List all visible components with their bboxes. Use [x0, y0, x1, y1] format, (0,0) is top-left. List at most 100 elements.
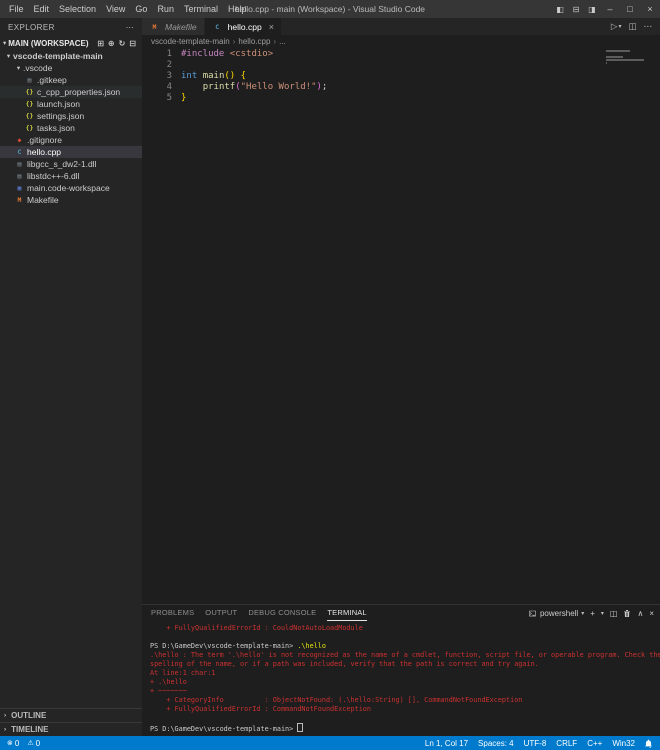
- panel-tab-debug-console[interactable]: DEBUG CONSOLE: [248, 605, 316, 621]
- tree-item-launch-json[interactable]: {} launch.json: [0, 98, 142, 110]
- window-title: hello.cpp - main (Workspace) - Visual St…: [234, 4, 426, 14]
- run-button[interactable]: ▷ ▾: [611, 21, 622, 32]
- chevron-down-icon: ▾: [6, 53, 11, 60]
- explorer-section-header[interactable]: ▾ MAIN (WORKSPACE) ⊞ ⊕ ↻ ⊟: [0, 36, 142, 50]
- file-icon-doc: ▤: [17, 160, 22, 168]
- tab-hello-cpp[interactable]: Chello.cpp ×: [204, 18, 281, 35]
- notifications-bell-icon[interactable]: [640, 739, 657, 748]
- file-icon-doc: ▤: [27, 76, 32, 84]
- panel-tab-problems[interactable]: PROBLEMS: [151, 605, 194, 621]
- kill-terminal-icon[interactable]: [623, 609, 631, 618]
- file-icon-json: {}: [25, 124, 34, 132]
- minimize-button[interactable]: –: [600, 0, 620, 18]
- minimap-line: [606, 59, 644, 61]
- statusbar-right: Ln 1, Col 17 Spaces: 4 UTF-8 CRLF C++ Win32: [420, 739, 640, 748]
- statusbar-item-spaces-4[interactable]: Spaces: 4: [473, 739, 519, 748]
- menu-go[interactable]: Go: [130, 0, 152, 18]
- statusbar-item-win32[interactable]: Win32: [607, 739, 640, 748]
- tree-item-vscode-template-main[interactable]: ▾ vscode-template-main: [0, 50, 142, 62]
- maximize-panel-icon[interactable]: ∧: [637, 609, 643, 618]
- close-panel-icon[interactable]: ×: [649, 609, 654, 618]
- tree-item-hello-cpp[interactable]: Chello.cpp: [0, 146, 142, 158]
- code-editor[interactable]: 1 #include <cstdio> 2 3 int main() {4 printf…: [142, 48, 660, 604]
- chevron-down-icon[interactable]: ▾: [601, 610, 604, 617]
- more-actions-icon[interactable]: ⋯: [644, 21, 653, 32]
- new-folder-icon[interactable]: ⊕: [108, 39, 115, 48]
- tab-bar: M Makefile ×Chello.cpp × ▷ ▾ ◫ ⋯: [142, 18, 660, 35]
- play-icon: ▷: [610, 21, 618, 31]
- tree-item-libgcc-s-dw2-1-dll[interactable]: ▤ libgcc_s_dw2-1.dll: [0, 158, 142, 170]
- code-line: 3 int main() {: [142, 71, 660, 82]
- collapse-all-icon[interactable]: ⊟: [129, 39, 136, 48]
- tree-item-makefile[interactable]: M Makefile: [0, 194, 142, 206]
- terminal-line: + CategoryInfo : ObjectNotFound: (.\hell…: [150, 696, 660, 705]
- terminal-line: PS D:\GameDev\vscode-template-main> .\he…: [150, 642, 660, 651]
- statusbar-item-ln-1-col-17[interactable]: Ln 1, Col 17: [420, 739, 473, 748]
- statusbar-item-c[interactable]: C++: [582, 739, 607, 748]
- menu-terminal[interactable]: Terminal: [179, 0, 223, 18]
- timeline-section[interactable]: › TIMELINE: [0, 722, 142, 736]
- code-text: #include <cstdio>: [181, 49, 273, 60]
- tree-item-tasks-json[interactable]: {} tasks.json: [0, 122, 142, 134]
- error-icon: ⊗: [7, 740, 13, 747]
- statusbar-warnings[interactable]: ⚠ 0: [23, 739, 44, 748]
- menu-view[interactable]: View: [101, 0, 130, 18]
- refresh-icon[interactable]: ↻: [119, 39, 126, 48]
- tree-item-settings-json[interactable]: {} settings.json: [0, 110, 142, 122]
- terminal-output[interactable]: + FullyQualifiedErrorId : CouldNotAutoLo…: [142, 621, 660, 733]
- tree-item-gitkeep[interactable]: ▤ .gitkeep: [0, 74, 142, 86]
- sidebar-bottom-sections: › OUTLINE › TIMELINE: [0, 708, 142, 736]
- breadcrumb-item[interactable]: ...: [279, 37, 286, 46]
- minimap[interactable]: [606, 50, 648, 65]
- breadcrumb-item[interactable]: hello.cpp: [238, 37, 270, 46]
- title-bar: File Edit Selection View Go Run Terminal Help h…: [0, 0, 660, 18]
- tree-item-main-code-workspace[interactable]: ▣ main.code-workspace: [0, 182, 142, 194]
- menu-selection[interactable]: Selection: [54, 0, 101, 18]
- terminal-text-segment: .\hello: [297, 642, 326, 650]
- tree-item-libstdc-6-dll[interactable]: ▤ libstdc++-6.dll: [0, 170, 142, 182]
- tree-item-gitignore[interactable]: ◆ .gitignore: [0, 134, 142, 146]
- terminal-text-segment: + CategoryInfo : ObjectNotFound: (.\hell…: [150, 696, 523, 704]
- new-terminal-icon[interactable]: +: [590, 609, 595, 618]
- statusbar-item-utf-8[interactable]: UTF-8: [519, 739, 552, 748]
- terminal-line: + FullyQualifiedErrorId : CommandNotFoun…: [150, 705, 660, 714]
- panel-tab-output[interactable]: OUTPUT: [205, 605, 237, 621]
- panel-header: PROBLEMS OUTPUT DEBUG CONSOLE TERMINAL powe…: [142, 605, 660, 621]
- outline-label: OUTLINE: [11, 711, 47, 720]
- menu-edit[interactable]: Edit: [29, 0, 55, 18]
- explorer-header: EXPLORER ⋯: [0, 18, 142, 36]
- line-number: 2: [166, 60, 172, 70]
- close-icon[interactable]: ×: [269, 22, 274, 32]
- statusbar-errors[interactable]: ⊗ 0: [3, 739, 23, 748]
- toggle-secondary-sidebar-icon[interactable]: ◨: [584, 5, 600, 14]
- breadcrumb-item[interactable]: vscode-template-main: [151, 37, 230, 46]
- tree-item-label: c_cpp_properties.json: [37, 87, 121, 97]
- panel-tab-terminal[interactable]: TERMINAL: [327, 605, 367, 621]
- statusbar-left: ⊗ 0 ⚠ 0: [3, 739, 44, 748]
- split-editor-icon[interactable]: ◫: [628, 21, 636, 32]
- code-text: printf("Hello World!");: [181, 82, 328, 93]
- statusbar-item-crlf[interactable]: CRLF: [551, 739, 582, 748]
- tree-item-vscode[interactable]: ▾ .vscode: [0, 62, 142, 74]
- menu-run[interactable]: Run: [152, 0, 179, 18]
- toggle-sidebar-icon[interactable]: ◧: [552, 5, 568, 14]
- toggle-panel-icon[interactable]: ⊟: [568, 5, 584, 14]
- new-file-icon[interactable]: ⊞: [97, 39, 104, 48]
- tree-item-c-cpp-properties-json[interactable]: {} c_cpp_properties.json: [0, 86, 142, 98]
- outline-section[interactable]: › OUTLINE: [0, 708, 142, 722]
- split-terminal-icon[interactable]: ◫: [610, 609, 618, 618]
- tab-label: Makefile: [165, 21, 197, 32]
- tab-makefile[interactable]: MMakefile×: [142, 18, 204, 35]
- maximize-button[interactable]: □: [620, 0, 640, 18]
- code-token: {: [240, 71, 247, 81]
- chevron-right-icon: ›: [232, 37, 236, 46]
- menu-file[interactable]: File: [4, 0, 29, 18]
- chevron-right-icon: ›: [4, 712, 7, 719]
- terminal-text-segment: + FullyQualifiedErrorId : CommandNotFoun…: [150, 705, 371, 713]
- terminal-text-segment: + ~~~~~~~: [150, 687, 187, 695]
- close-button[interactable]: ×: [640, 0, 660, 18]
- explorer-sidebar: EXPLORER ⋯ ▾ MAIN (WORKSPACE) ⊞ ⊕ ↻ ⊟ ▾ v…: [0, 18, 142, 736]
- terminal-shell-selector[interactable]: powershell ▾: [528, 609, 584, 618]
- more-actions-icon[interactable]: ⋯: [126, 23, 134, 32]
- code-token: main: [202, 71, 225, 81]
